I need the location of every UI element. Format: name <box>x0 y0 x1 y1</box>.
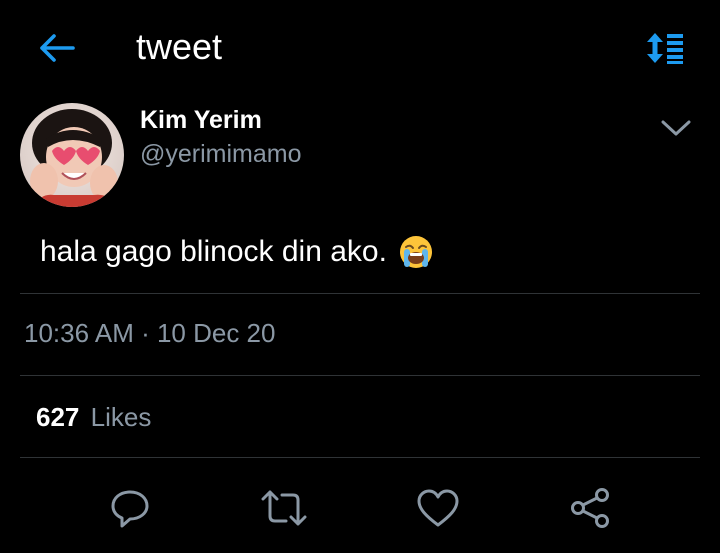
avatar[interactable] <box>20 103 124 207</box>
reply-button[interactable] <box>100 478 160 538</box>
divider <box>20 293 700 294</box>
share-icon <box>571 488 609 528</box>
tweet-text: hala gago blinock din ako. <box>40 235 387 268</box>
arrow-left-icon <box>40 34 75 62</box>
share-button[interactable] <box>560 478 620 538</box>
sort-button[interactable] <box>640 26 692 70</box>
back-button[interactable] <box>30 26 82 70</box>
likes-number: 627 <box>36 402 80 432</box>
tweet-action-bar <box>0 478 720 538</box>
chevron-down-icon <box>661 120 691 136</box>
retweet-button[interactable] <box>254 478 314 538</box>
likes-label: Likes <box>90 402 152 432</box>
loudly-crying-face-emoji <box>399 235 433 269</box>
tweet-body: hala gago blinock din ako. <box>40 232 433 272</box>
sort-lines-icon <box>647 33 683 64</box>
tweet-timestamp: 10:36 AM · 10 Dec 20 <box>24 318 276 348</box>
retweet-icon <box>261 490 307 526</box>
profile-photo <box>20 103 124 207</box>
divider <box>20 375 700 376</box>
tweet-options-button[interactable] <box>654 108 698 148</box>
page-title: tweet <box>136 26 223 67</box>
top-app-bar: tweet <box>0 0 720 96</box>
heart-icon <box>417 489 459 527</box>
like-button[interactable] <box>408 478 468 538</box>
divider <box>20 457 700 458</box>
reply-icon <box>111 490 149 528</box>
author-name[interactable]: Kim Yerim <box>140 104 262 136</box>
likes-count[interactable]: 627 Likes <box>36 400 151 434</box>
author-handle[interactable]: @yerimimamo <box>140 138 302 170</box>
